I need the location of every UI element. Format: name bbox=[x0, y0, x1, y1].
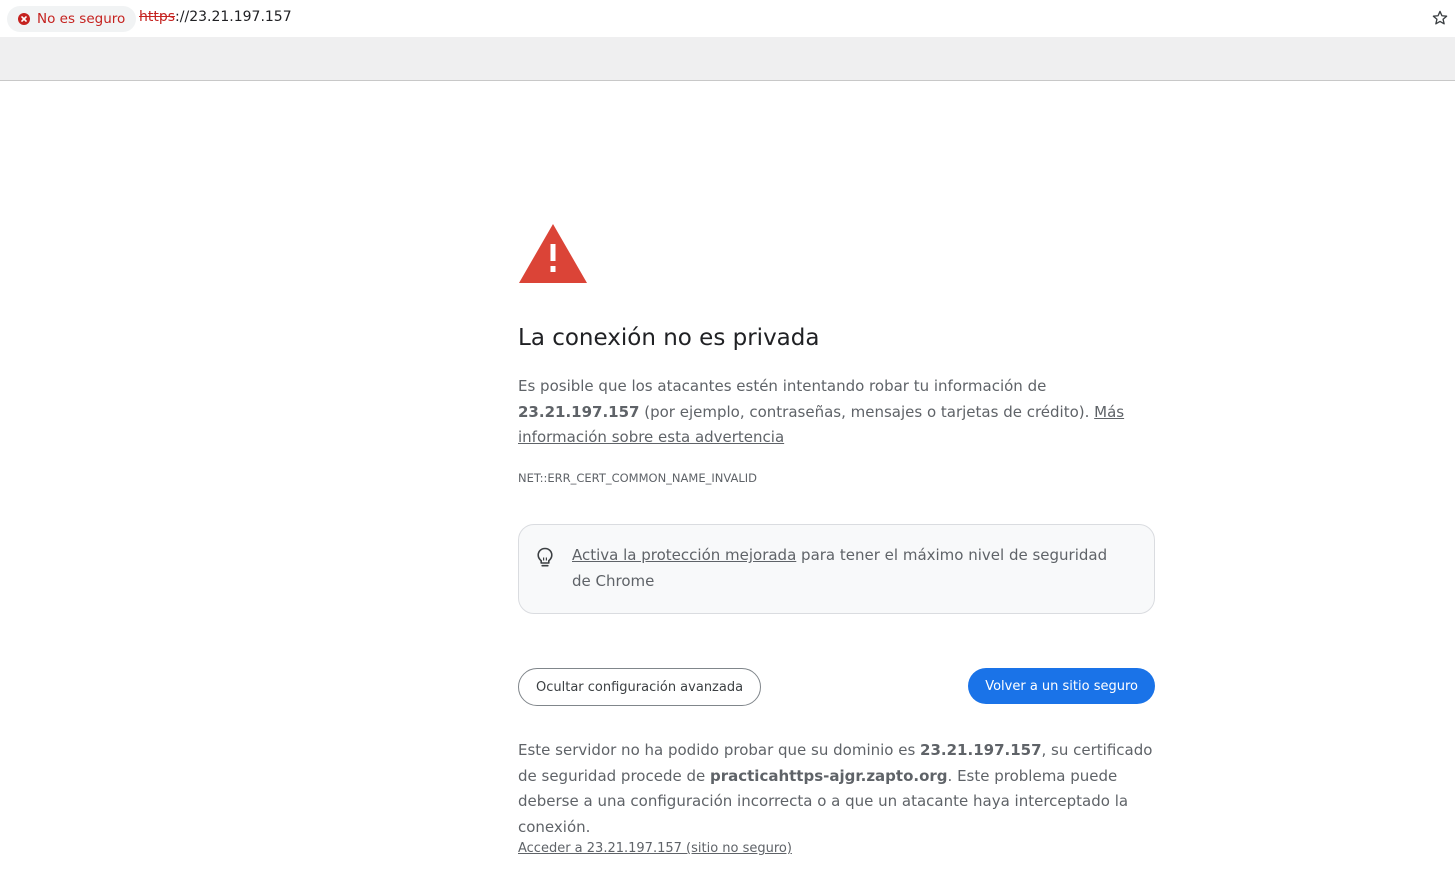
main-message: Es posible que los atacantes estén inten… bbox=[518, 374, 1155, 451]
url-scheme: https bbox=[139, 9, 176, 25]
error-code: NET::ERR_CERT_COMMON_NAME_INVALID bbox=[518, 471, 757, 485]
warning-triangle-icon bbox=[518, 222, 588, 284]
details-host: 23.21.197.157 bbox=[920, 741, 1042, 759]
enhanced-protection-box: Activa la protección mejorada para tener… bbox=[518, 524, 1155, 614]
details-cert-domain: practicahttps-ajgr.zapto.org bbox=[709, 766, 948, 785]
toolbar-strip bbox=[0, 37, 1455, 81]
proceed-unsafe-link[interactable]: Acceder a 23.21.197.157 (sitio no seguro… bbox=[518, 841, 792, 856]
lightbulb-icon bbox=[536, 547, 554, 569]
enhanced-protection-link[interactable]: Activa la protección mejorada bbox=[572, 546, 796, 564]
hide-advanced-button[interactable]: Ocultar configuración avanzada bbox=[518, 668, 762, 706]
message-text: Es posible que los atacantes estén inten… bbox=[518, 377, 1047, 395]
omnibox: No es seguro https://23.21.197.157 bbox=[0, 0, 1455, 37]
message-text-2: (por ejemplo, contraseñas, mensajes o ta… bbox=[639, 402, 1095, 421]
message-host: 23.21.197.157 bbox=[518, 402, 640, 421]
details-text: Este servidor no ha podido probar que su… bbox=[518, 738, 1155, 840]
back-to-safety-button[interactable]: Volver a un sitio seguro bbox=[968, 668, 1155, 704]
error-circle-icon bbox=[18, 13, 30, 25]
details-text-1: Este servidor no ha podido probar que su… bbox=[518, 741, 921, 759]
page-title: La conexión no es privada bbox=[518, 325, 820, 351]
security-chip-label: No es seguro bbox=[37, 11, 126, 27]
url-text[interactable]: https://23.21.197.157 bbox=[139, 9, 292, 25]
url-host: ://23.21.197.157 bbox=[175, 9, 292, 25]
star-icon[interactable] bbox=[1431, 9, 1449, 27]
enhanced-protection-text: Activa la protección mejorada para tener… bbox=[572, 543, 1112, 594]
security-chip[interactable]: No es seguro bbox=[7, 6, 137, 32]
